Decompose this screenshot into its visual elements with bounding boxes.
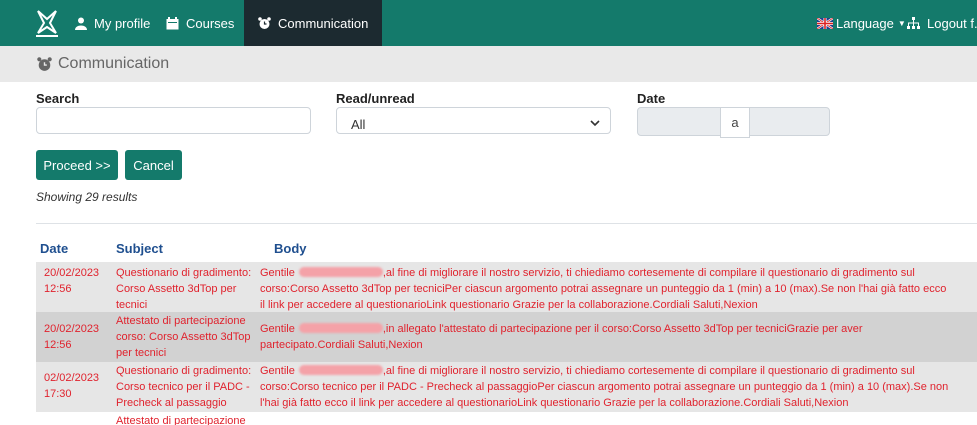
redacted-name	[298, 323, 383, 333]
column-header-date: Date	[40, 241, 69, 256]
user-icon	[75, 17, 87, 30]
language-dropdown[interactable]: Language ▼	[817, 0, 906, 46]
row-body: Gentile ,in allegato l'attestato di parte…	[260, 321, 950, 353]
logout-label: Logout f.	[927, 15, 977, 31]
logo[interactable]	[32, 7, 62, 39]
nav-courses[interactable]: Courses	[166, 0, 234, 46]
nav-courses-label: Courses	[186, 15, 235, 31]
language-label: Language	[836, 15, 894, 31]
nav-my-profile[interactable]: My profile	[75, 0, 150, 46]
caret-down-icon: ▼	[897, 18, 906, 28]
page-title: Communication	[58, 55, 170, 72]
column-header-subject: Subject	[116, 241, 163, 256]
date-from-input[interactable]	[638, 108, 720, 135]
search-input[interactable]	[36, 107, 311, 134]
row-date: 20/02/2023 12:56	[44, 267, 100, 295]
redacted-name	[298, 267, 383, 277]
table-row[interactable]: 20/02/2023 12:56 Attestato di partecipaz…	[36, 312, 977, 362]
sitemap-icon	[907, 17, 920, 29]
row-greeting: Gentile	[260, 323, 295, 335]
date-separator: a	[720, 107, 750, 138]
chevron-down-icon	[590, 120, 600, 127]
cancel-button[interactable]: Cancel	[125, 150, 182, 180]
results-count: Showing 29 results	[36, 190, 138, 204]
nav-communication[interactable]: Communication	[244, 0, 383, 46]
top-navbar: My profile Courses Communication Languag…	[0, 0, 977, 46]
nav-my-profile-label: My profile	[94, 15, 151, 31]
logout-button[interactable]: Logout f.	[907, 0, 977, 46]
divider	[36, 223, 977, 224]
table-row[interactable]: 20/02/2023 12:56 Questionario di gradime…	[36, 262, 977, 312]
alarm-clock-icon	[37, 57, 52, 71]
read-unread-select[interactable]: All	[336, 107, 611, 134]
row-subject: Questionario di gradimento: Corso tecnic…	[116, 365, 252, 409]
date-to-input[interactable]	[750, 108, 829, 135]
column-header-body: Body	[274, 241, 307, 256]
redacted-name	[298, 365, 383, 375]
row-greeting: Gentile	[260, 267, 295, 279]
nav-communication-label: Communication	[278, 15, 369, 31]
breadcrumb: Communication	[0, 46, 977, 82]
calendar-icon	[166, 16, 179, 29]
row-subject: Attestato di partecipazione	[116, 415, 246, 425]
search-label: Search	[36, 91, 80, 106]
read-unread-label: Read/unread	[336, 91, 415, 106]
row-body: Gentile ,al fine di migliorare il nostro …	[260, 363, 950, 411]
row-date: 20/02/2023 12:56	[44, 323, 100, 351]
uk-flag-icon	[817, 17, 833, 29]
row-date: 02/02/2023 17:30	[44, 372, 100, 400]
date-range: a	[637, 107, 830, 138]
table-row[interactable]: Attestato di partecipazione	[36, 412, 977, 425]
row-body: Gentile ,al fine di migliorare il nostro …	[260, 265, 950, 313]
date-label: Date	[637, 91, 666, 106]
row-subject: Attestato di partecipazione corso: Corso…	[116, 315, 251, 359]
proceed-button[interactable]: Proceed >>	[36, 150, 118, 180]
table-row[interactable]: 02/02/2023 17:30 Questionario di gradime…	[36, 362, 977, 412]
alarm-clock-icon	[258, 16, 271, 29]
read-unread-value: All	[351, 117, 366, 132]
row-subject: Questionario di gradimento: Corso Assett…	[116, 267, 252, 311]
row-greeting: Gentile	[260, 365, 295, 377]
